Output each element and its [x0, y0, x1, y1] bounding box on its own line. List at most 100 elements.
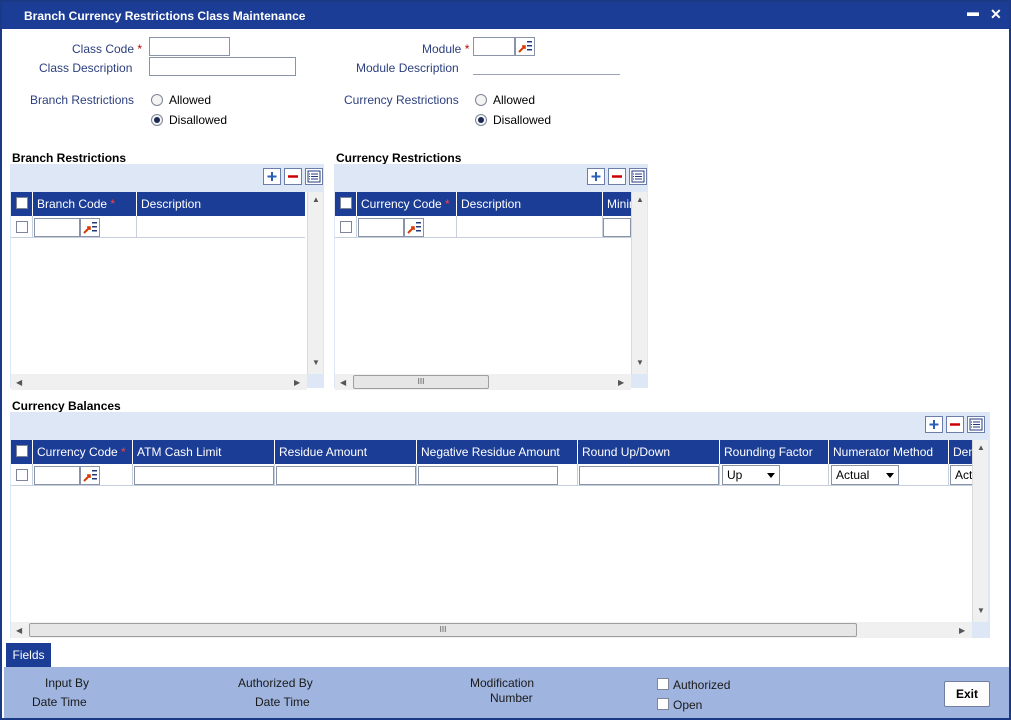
col-negative-residue-amount: Negative Residue Amount	[417, 440, 578, 464]
select-all-checkbox[interactable]	[340, 197, 352, 209]
currency-code-lov-button[interactable]	[80, 466, 100, 485]
list-view-icon	[631, 170, 645, 183]
minimum-input[interactable]	[603, 218, 631, 237]
minus-icon	[288, 175, 298, 178]
scroll-down-icon[interactable]: ▼	[636, 358, 644, 367]
col-minimum: Minimum	[607, 197, 631, 211]
balances-grid-vertical-scrollbar[interactable]: ▲ ▼	[972, 440, 988, 622]
scroll-down-icon[interactable]: ▼	[977, 606, 985, 615]
select-all-checkbox[interactable]	[16, 197, 28, 209]
branch-grid-horizontal-scrollbar[interactable]: ◀ ▶	[11, 374, 307, 390]
col-denominator-method: Denominator Method	[953, 445, 972, 459]
col-round-up-down: Round Up/Down	[578, 440, 720, 464]
currency-code-input[interactable]	[358, 218, 404, 237]
negative-residue-amount-input[interactable]	[418, 466, 558, 485]
add-row-button[interactable]	[587, 168, 605, 185]
round-up-down-input[interactable]	[579, 466, 719, 485]
scroll-right-icon[interactable]: ▶	[618, 378, 624, 387]
exit-button[interactable]: Exit	[944, 681, 990, 707]
class-description-label: Class Description	[39, 61, 133, 75]
currency-grid-vertical-scrollbar[interactable]: ▲ ▼	[631, 192, 647, 374]
radio-checked-icon	[151, 114, 163, 126]
scroll-left-icon[interactable]: ◀	[16, 378, 22, 387]
scroll-left-icon[interactable]: ◀	[340, 378, 346, 387]
plus-icon	[267, 172, 277, 181]
branch-code-lov-button[interactable]	[80, 218, 100, 237]
col-currency-code: Currency Code *	[33, 440, 133, 464]
currency-grid-header: Currency Code * Description Minimum	[335, 192, 631, 216]
branch-allowed-radio[interactable]: Allowed	[151, 93, 211, 107]
currency-restrictions-label: Currency Restrictions	[344, 93, 459, 107]
single-view-button[interactable]	[967, 416, 985, 433]
module-lov-button[interactable]	[515, 37, 535, 56]
row-checkbox[interactable]	[16, 469, 28, 481]
scroll-right-icon[interactable]: ▶	[959, 626, 965, 635]
radio-unchecked-icon	[151, 94, 163, 106]
list-of-values-icon	[518, 41, 532, 53]
title-bar: Branch Currency Restrictions Class Maint…	[2, 2, 1009, 29]
col-numerator-method: Numerator Method	[829, 440, 949, 464]
select-all-checkbox[interactable]	[16, 445, 28, 457]
modification-number-label: Number	[490, 691, 533, 705]
plus-icon	[929, 420, 939, 429]
list-of-values-icon	[83, 470, 97, 482]
col-currency-code: Currency Code *	[357, 192, 457, 216]
currency-code-lov-button[interactable]	[404, 218, 424, 237]
col-residue-amount: Residue Amount	[275, 440, 417, 464]
scroll-thumb[interactable]: III	[29, 623, 857, 637]
module-input[interactable]	[473, 37, 515, 56]
currency-allowed-radio[interactable]: Allowed	[475, 93, 535, 107]
class-code-input[interactable]	[149, 37, 230, 56]
single-view-button[interactable]	[305, 168, 323, 185]
delete-row-button[interactable]	[946, 416, 964, 433]
scroll-down-icon[interactable]: ▼	[312, 358, 320, 367]
col-description: Description	[457, 192, 603, 216]
currency-grid-horizontal-scrollbar[interactable]: ◀ III ▶	[335, 374, 631, 390]
scroll-right-icon[interactable]: ▶	[294, 378, 300, 387]
dropdown-arrow-icon	[886, 473, 894, 478]
currency-balances-section-title: Currency Balances	[12, 399, 121, 413]
add-row-button[interactable]	[263, 168, 281, 185]
add-row-button[interactable]	[925, 416, 943, 433]
currency-disallowed-radio[interactable]: Disallowed	[475, 113, 551, 127]
balances-grid-header: Currency Code * ATM Cash Limit Residue A…	[11, 440, 972, 464]
close-icon[interactable]: ✕	[990, 6, 1002, 23]
rounding-factor-select[interactable]: Up	[722, 465, 780, 485]
denominator-method-select[interactable]: Actual	[950, 465, 972, 485]
col-rounding-factor: Rounding Factor	[720, 440, 829, 464]
radio-checked-icon	[475, 114, 487, 126]
single-view-button[interactable]	[629, 168, 647, 185]
delete-row-button[interactable]	[284, 168, 302, 185]
row-checkbox[interactable]	[16, 221, 28, 233]
branch-grid-vertical-scrollbar[interactable]: ▲ ▼	[307, 192, 323, 374]
table-row: Up Actual Actual	[11, 464, 972, 486]
scroll-up-icon[interactable]: ▲	[312, 195, 320, 204]
open-checkbox[interactable]	[657, 698, 669, 710]
atm-cash-limit-input[interactable]	[134, 466, 274, 485]
audit-footer: Input By Date Time Authorized By Date Ti…	[4, 667, 1009, 718]
branch-code-input[interactable]	[34, 218, 80, 237]
select-all-cell	[11, 440, 33, 464]
balances-grid-horizontal-scrollbar[interactable]: ◀ III ▶	[11, 622, 972, 638]
branch-restrictions-label: Branch Restrictions	[30, 93, 135, 107]
minimize-icon[interactable]: ▬	[967, 5, 979, 19]
plus-icon	[591, 172, 601, 181]
scroll-up-icon[interactable]: ▲	[636, 195, 644, 204]
delete-row-button[interactable]	[608, 168, 626, 185]
currency-restrictions-section-title: Currency Restrictions	[336, 151, 462, 165]
fields-button[interactable]: Fields	[6, 643, 51, 667]
authorized-checkbox[interactable]	[657, 678, 669, 690]
currency-code-input[interactable]	[34, 466, 80, 485]
minus-icon	[612, 175, 622, 178]
residue-amount-input[interactable]	[276, 466, 416, 485]
open-label: Open	[673, 698, 703, 712]
branch-disallowed-radio[interactable]: Disallowed	[151, 113, 227, 127]
table-row	[335, 216, 631, 238]
numerator-method-select[interactable]: Actual	[831, 465, 899, 485]
row-checkbox[interactable]	[340, 221, 352, 233]
scroll-up-icon[interactable]: ▲	[977, 443, 985, 452]
scroll-left-icon[interactable]: ◀	[16, 626, 22, 635]
scroll-thumb[interactable]: III	[353, 375, 489, 389]
class-description-input[interactable]	[149, 57, 296, 76]
branch-restrictions-section-title: Branch Restrictions	[12, 151, 127, 165]
